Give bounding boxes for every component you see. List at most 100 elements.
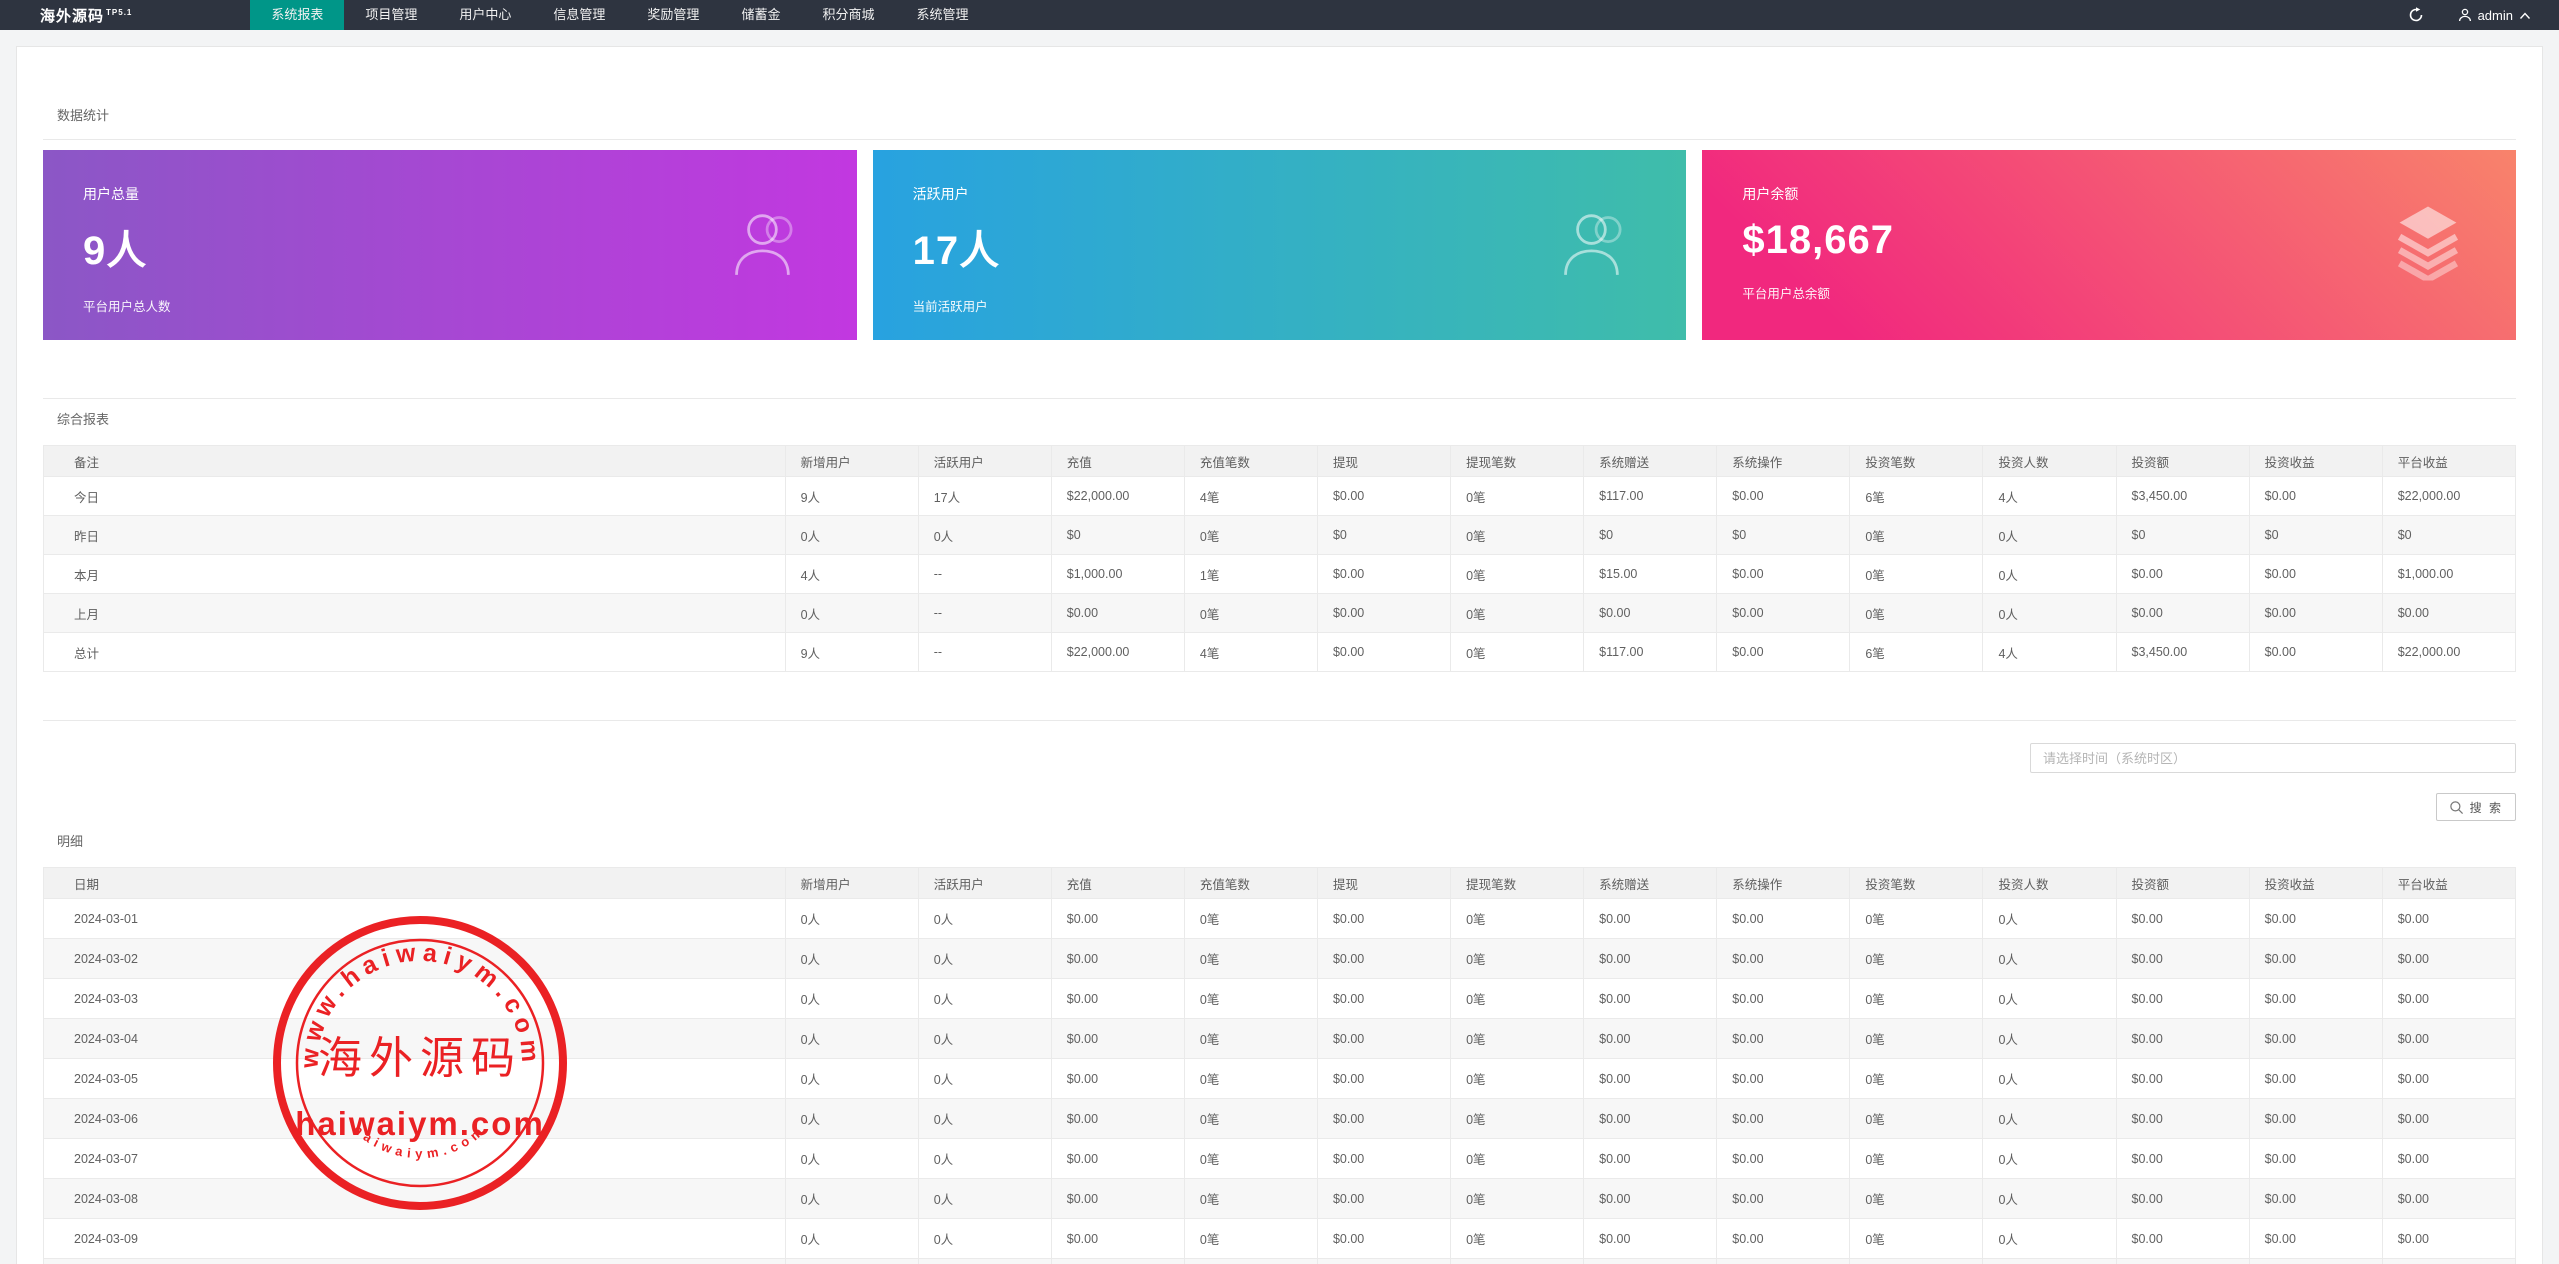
table-cell: $0.00	[1051, 1059, 1184, 1099]
table-cell: $0.00	[1317, 633, 1450, 672]
table-cell: $0.00	[1051, 899, 1184, 939]
table-cell: $0.00	[1584, 939, 1717, 979]
column-header: 充值	[1051, 868, 1184, 899]
app-logo[interactable]: 海外源码TP5.1	[40, 5, 132, 26]
table-cell: $0.00	[2249, 899, 2382, 939]
table-cell: 0笔	[1184, 516, 1317, 555]
table-cell: 0笔	[1850, 939, 1983, 979]
table-cell: $0.00	[1317, 555, 1450, 594]
table-cell: 0笔	[1184, 1139, 1317, 1179]
card-desc: 当前活跃用户	[913, 296, 1687, 315]
table-cell: 0笔	[1184, 1219, 1317, 1259]
table-cell: 0人	[918, 1059, 1051, 1099]
table-cell: $0.00	[1584, 979, 1717, 1019]
table-cell: --	[918, 555, 1051, 594]
table-cell: 4人	[1983, 633, 2116, 672]
column-header: 投资额	[2116, 446, 2249, 477]
nav-item-points-mall[interactable]: 积分商城	[801, 0, 895, 30]
column-header: 投资人数	[1983, 446, 2116, 477]
table-cell: 0笔	[1451, 633, 1584, 672]
table-cell: 9人	[785, 633, 918, 672]
table-cell: $0	[1584, 516, 1717, 555]
table-cell: $117.00	[1584, 633, 1717, 672]
nav-item-savings[interactable]: 储蓄金	[720, 0, 801, 30]
table-cell: 0人	[1983, 979, 2116, 1019]
table-cell: $0.00	[1317, 1179, 1450, 1219]
table-cell: $0.00	[1584, 594, 1717, 633]
stat-card-total-users: 用户总量 9人 平台用户总人数	[43, 150, 857, 340]
table-cell: 2024-03-10	[44, 1259, 786, 1264]
nav-item-system-report[interactable]: 系统报表	[250, 0, 344, 30]
top-navbar: 海外源码TP5.1 系统报表 项目管理 用户中心 信息管理 奖励管理 储蓄金 积…	[0, 0, 2559, 30]
nav-item-system-manage[interactable]: 系统管理	[895, 0, 989, 30]
table-cell: 总计	[44, 633, 786, 672]
table-cell: 0人	[785, 594, 918, 633]
table-cell: 2024-03-09	[44, 1219, 786, 1259]
table-cell: $1,000.00	[1051, 555, 1184, 594]
column-header: 充值笔数	[1184, 446, 1317, 477]
column-header: 备注	[44, 446, 786, 477]
nav-item-info-manage[interactable]: 信息管理	[532, 0, 626, 30]
nav-item-reward-manage[interactable]: 奖励管理	[626, 0, 720, 30]
table-cell: 0笔	[1184, 899, 1317, 939]
table-cell: 0笔	[1184, 1259, 1317, 1264]
table-cell: 0笔	[1184, 1019, 1317, 1059]
table-cell: $0.00	[1717, 979, 1850, 1019]
user-icon	[2458, 8, 2472, 22]
column-header: 充值笔数	[1184, 868, 1317, 899]
table-cell: $0.00	[2116, 899, 2249, 939]
search-button[interactable]: 搜 索	[2436, 793, 2516, 821]
table-cell: $0.00	[1051, 1259, 1184, 1264]
table-cell: 4人	[785, 555, 918, 594]
table-cell: --	[918, 594, 1051, 633]
table-cell: $0.00	[2249, 633, 2382, 672]
table-row: 2024-03-030人0人$0.000笔$0.000笔$0.00$0.000笔…	[44, 979, 2516, 1019]
table-cell: $0.00	[2382, 1099, 2515, 1139]
table-cell: 0笔	[1184, 1099, 1317, 1139]
table-cell: $22,000.00	[1051, 477, 1184, 516]
nav-item-project-manage[interactable]: 项目管理	[344, 0, 438, 30]
table-cell: $0.00	[1317, 979, 1450, 1019]
table-cell: $0.00	[2382, 1019, 2515, 1059]
user-menu[interactable]: admin	[2458, 8, 2531, 23]
table-cell: 0人	[1983, 1059, 2116, 1099]
table-cell: 0笔	[1850, 1219, 1983, 1259]
main-menu: 系统报表 项目管理 用户中心 信息管理 奖励管理 储蓄金 积分商城 系统管理	[250, 0, 989, 30]
table-cell: $0	[1317, 516, 1450, 555]
column-header: 投资笔数	[1850, 446, 1983, 477]
table-cell: 0笔	[1451, 1059, 1584, 1099]
nav-item-user-center[interactable]: 用户中心	[438, 0, 532, 30]
stats-section-header: 数据统计	[43, 47, 2516, 140]
table-cell: 0笔	[1451, 1099, 1584, 1139]
table-cell: $0.00	[2249, 594, 2382, 633]
table-cell: $1,000.00	[2382, 555, 2515, 594]
table-cell: 0笔	[1184, 1179, 1317, 1219]
table-cell: 6笔	[1850, 477, 1983, 516]
table-cell: 0人	[1983, 516, 2116, 555]
column-header: 新增用户	[785, 868, 918, 899]
table-cell: $0.00	[1317, 1099, 1450, 1139]
table-cell: $0.00	[2249, 477, 2382, 516]
table-cell: 2024-03-05	[44, 1059, 786, 1099]
brand-version: TP5.1	[106, 8, 132, 17]
table-cell: 0笔	[1850, 1139, 1983, 1179]
table-cell: $0.00	[1717, 633, 1850, 672]
table-cell: $0.00	[2116, 1139, 2249, 1179]
table-cell: 0人	[785, 1179, 918, 1219]
username: admin	[2478, 8, 2513, 23]
refresh-icon[interactable]	[2408, 7, 2424, 23]
table-cell: $0.00	[1051, 1099, 1184, 1139]
table-cell: 0笔	[1850, 1259, 1983, 1264]
date-range-input[interactable]	[2030, 743, 2516, 773]
table-cell: 0人	[918, 516, 1051, 555]
section-title-stats: 数据统计	[57, 108, 109, 123]
table-cell: $0.00	[1717, 555, 1850, 594]
column-header: 系统操作	[1717, 868, 1850, 899]
table-cell: 0笔	[1451, 1219, 1584, 1259]
column-header: 平台收益	[2382, 868, 2515, 899]
table-cell: $0.00	[2382, 1139, 2515, 1179]
table-row: 2024-03-050人0人$0.000笔$0.000笔$0.00$0.000笔…	[44, 1059, 2516, 1099]
column-header: 提现笔数	[1451, 868, 1584, 899]
table-cell: $3,450.00	[2116, 633, 2249, 672]
column-header: 系统赠送	[1584, 868, 1717, 899]
